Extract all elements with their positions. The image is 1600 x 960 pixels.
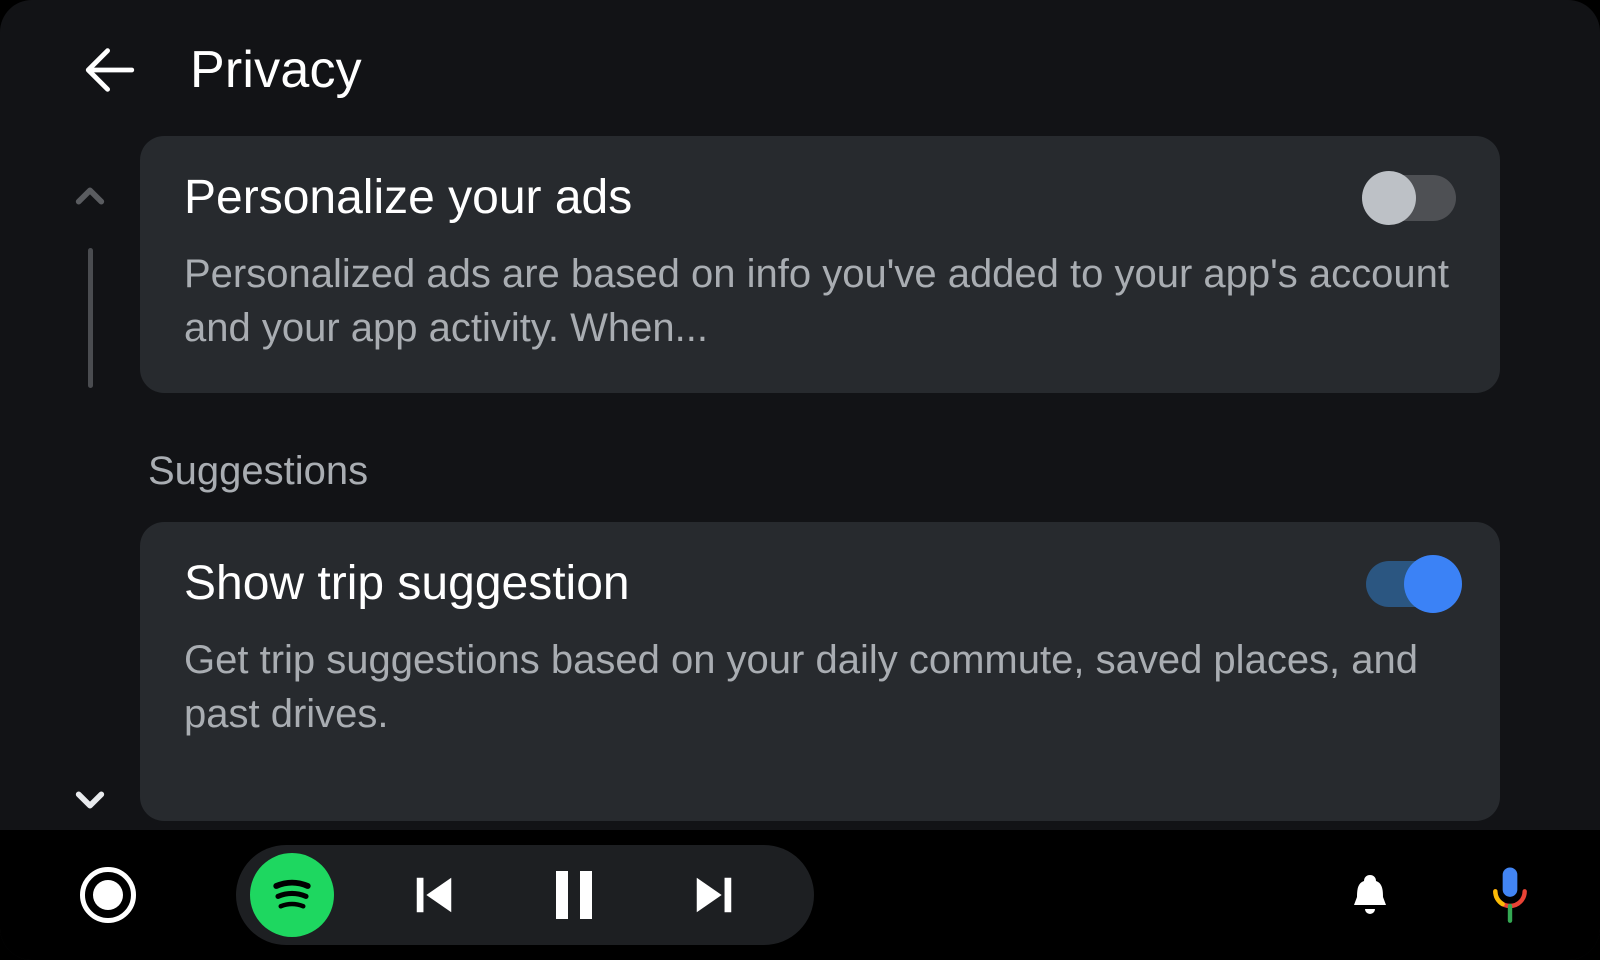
arrow-left-icon <box>81 41 139 99</box>
assistant-button[interactable] <box>1480 865 1540 925</box>
chevron-up-icon <box>73 179 107 213</box>
next-track-button[interactable] <box>674 872 754 918</box>
settings-body: Personalize your ads Personalized ads ar… <box>0 112 1600 822</box>
toggle-trip-suggestion[interactable] <box>1366 561 1456 607</box>
scroll-track[interactable] <box>88 248 93 388</box>
section-label-suggestions: Suggestions <box>148 449 1500 494</box>
assistant-mic-icon <box>1488 865 1532 925</box>
setting-description: Get trip suggestions based on your daily… <box>184 633 1456 741</box>
page-title: Privacy <box>190 40 362 100</box>
back-button[interactable] <box>78 38 142 102</box>
settings-screen: Privacy Personalize your ads Personalize… <box>0 0 1600 960</box>
home-button[interactable] <box>80 867 136 923</box>
skip-next-icon <box>691 872 737 918</box>
spotify-button[interactable] <box>250 853 334 937</box>
chevron-down-icon <box>73 783 107 817</box>
spotify-icon <box>265 868 319 922</box>
media-controls-pill <box>236 845 814 945</box>
system-bar <box>0 830 1600 960</box>
pause-icon <box>556 871 592 919</box>
setting-title: Show trip suggestion <box>184 556 630 611</box>
scroll-down-button[interactable] <box>68 778 112 822</box>
setting-trip-suggestion[interactable]: Show trip suggestion Get trip suggestion… <box>140 522 1500 821</box>
skip-previous-icon <box>411 872 457 918</box>
notifications-button[interactable] <box>1340 865 1400 925</box>
scroll-up-button[interactable] <box>68 174 112 218</box>
previous-track-button[interactable] <box>394 872 474 918</box>
bell-icon <box>1346 871 1394 919</box>
toggle-personalize-ads[interactable] <box>1366 175 1456 221</box>
settings-list: Personalize your ads Personalized ads ar… <box>140 136 1560 822</box>
pause-button[interactable] <box>534 871 614 919</box>
header: Privacy <box>0 0 1600 112</box>
toggle-thumb <box>1362 171 1416 225</box>
setting-title: Personalize your ads <box>184 170 632 225</box>
setting-personalize-ads[interactable]: Personalize your ads Personalized ads ar… <box>140 136 1500 393</box>
home-ring-icon <box>93 880 123 910</box>
setting-description: Personalized ads are based on info you'v… <box>184 247 1456 355</box>
toggle-thumb <box>1404 555 1462 613</box>
scroll-indicator <box>40 136 140 822</box>
